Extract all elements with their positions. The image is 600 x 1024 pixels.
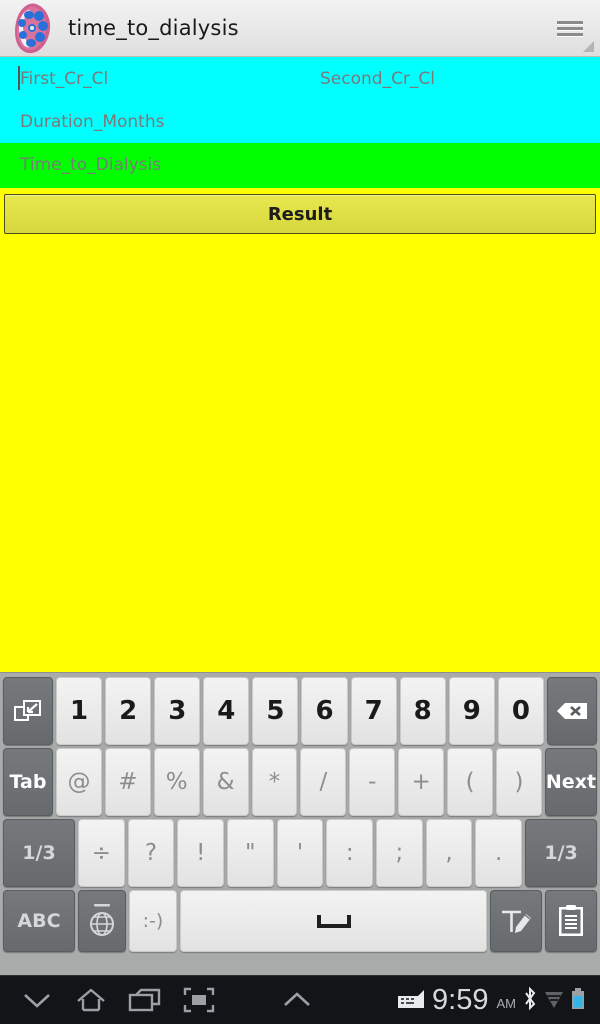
keyboard-row-4: ABC :-)	[3, 890, 597, 952]
chevron-down-icon	[21, 989, 53, 1011]
key-ampersand[interactable]: &	[202, 748, 249, 816]
backspace-key[interactable]	[546, 677, 597, 745]
page-right-key[interactable]: 1/3	[525, 819, 598, 887]
status-indicators: 9:59 AM	[396, 983, 590, 1016]
battery-icon	[570, 987, 586, 1015]
menu-bar-2	[557, 26, 583, 30]
key-slash[interactable]: /	[300, 748, 347, 816]
key-percent[interactable]: %	[153, 748, 200, 816]
menu-bar-1	[557, 20, 583, 24]
key-5[interactable]: 5	[252, 677, 299, 745]
key-plus[interactable]: +	[398, 748, 445, 816]
duration-months-input[interactable]: Duration_Months	[20, 112, 164, 132]
key-comma[interactable]: ,	[425, 819, 473, 887]
keyboard-row-3: 1/3 ÷ ? ! " ' : ; , . 1/3	[3, 819, 598, 887]
key-hyphen[interactable]: -	[349, 748, 396, 816]
screenshot-button[interactable]	[172, 977, 226, 1023]
key-asterisk[interactable]: *	[251, 748, 298, 816]
time-to-dialysis-input[interactable]: Time_to_Dialysis	[20, 155, 161, 175]
recents-icon	[128, 987, 162, 1013]
first-cr-cl-input[interactable]: First_Cr_Cl	[20, 69, 108, 89]
chevron-up-icon	[281, 989, 313, 1011]
key-2[interactable]: 2	[105, 677, 152, 745]
home-icon	[75, 986, 107, 1014]
globe-icon	[85, 901, 119, 941]
menu-bar-3	[557, 32, 583, 36]
recents-button[interactable]	[118, 977, 172, 1023]
key-divide[interactable]: ÷	[78, 819, 125, 887]
signal-bars-icon	[544, 989, 564, 1015]
system-navigation-bar: 9:59 AM	[0, 975, 600, 1024]
content-yellow-section: Result	[0, 188, 600, 672]
key-8[interactable]: 8	[399, 677, 446, 745]
space-icon	[316, 914, 351, 928]
key-colon[interactable]: :	[326, 819, 374, 887]
key-paren-open[interactable]: (	[447, 748, 494, 816]
key-question[interactable]: ?	[127, 819, 175, 887]
page-left-key[interactable]: 1/3	[3, 819, 75, 887]
key-3[interactable]: 3	[154, 677, 201, 745]
screenshot-frame-icon	[183, 987, 215, 1013]
key-semicolon[interactable]: ;	[376, 819, 423, 887]
menu-corner-indicator	[583, 41, 594, 52]
on-screen-keyboard: 1 2 3 4 5 6 7 8 9 0 Tab @ # % & * / - + …	[0, 672, 600, 975]
key-7[interactable]: 7	[350, 677, 397, 745]
status-clock: 9:59	[432, 983, 489, 1016]
hide-keyboard-button[interactable]	[10, 977, 64, 1023]
tab-key[interactable]: Tab	[3, 748, 53, 816]
key-quote-single[interactable]: '	[276, 819, 324, 887]
expand-button[interactable]	[270, 977, 324, 1023]
emoji-key[interactable]: :-)	[129, 890, 177, 952]
second-cr-cl-input[interactable]: Second_Cr_Cl	[320, 69, 435, 89]
key-paren-close[interactable]: )	[496, 748, 542, 816]
status-ampm: AM	[496, 995, 517, 1011]
key-0[interactable]: 0	[497, 677, 544, 745]
keyboard-row-2: Tab @ # % & * / - + ( ) Next	[3, 748, 598, 816]
titlebar: time_to_dialysis	[0, 0, 600, 57]
key-period[interactable]: .	[475, 819, 523, 887]
next-key[interactable]: Next	[544, 748, 598, 816]
key-exclamation[interactable]: !	[177, 819, 225, 887]
restore-window-icon	[13, 698, 43, 724]
space-key[interactable]	[180, 890, 487, 952]
key-1[interactable]: 1	[56, 677, 103, 745]
hamburger-menu-icon[interactable]	[550, 8, 594, 52]
key-6[interactable]: 6	[301, 677, 348, 745]
handwriting-key[interactable]	[490, 890, 542, 952]
key-9[interactable]: 9	[448, 677, 495, 745]
inputs-cyan-section: First_Cr_Cl Second_Cr_Cl Duration_Months	[0, 57, 600, 143]
result-button[interactable]: Result	[4, 194, 596, 234]
bluetooth-icon	[522, 986, 538, 1015]
key-at[interactable]: @	[56, 748, 102, 816]
key-4[interactable]: 4	[203, 677, 250, 745]
output-green-section: Time_to_Dialysis	[0, 143, 600, 188]
abc-key[interactable]: ABC	[3, 890, 75, 952]
clipboard-key[interactable]	[545, 890, 597, 952]
text-pencil-icon	[499, 905, 533, 937]
home-button[interactable]	[64, 977, 118, 1023]
kidney-app-icon	[6, 2, 54, 54]
keyboard-row-1: 1 2 3 4 5 6 7 8 9 0	[3, 677, 597, 745]
key-quote-double[interactable]: "	[227, 819, 274, 887]
app-title: time_to_dialysis	[68, 16, 239, 40]
key-hash[interactable]: #	[104, 748, 151, 816]
keyboard-icon[interactable]	[396, 988, 426, 1015]
clipboard-icon	[556, 904, 586, 938]
backspace-icon	[556, 701, 588, 721]
language-globe-key[interactable]	[78, 890, 126, 952]
screen-root: time_to_dialysis First_Cr_Cl Second_Cr_C…	[0, 0, 600, 1024]
restore-window-key[interactable]	[3, 677, 53, 745]
